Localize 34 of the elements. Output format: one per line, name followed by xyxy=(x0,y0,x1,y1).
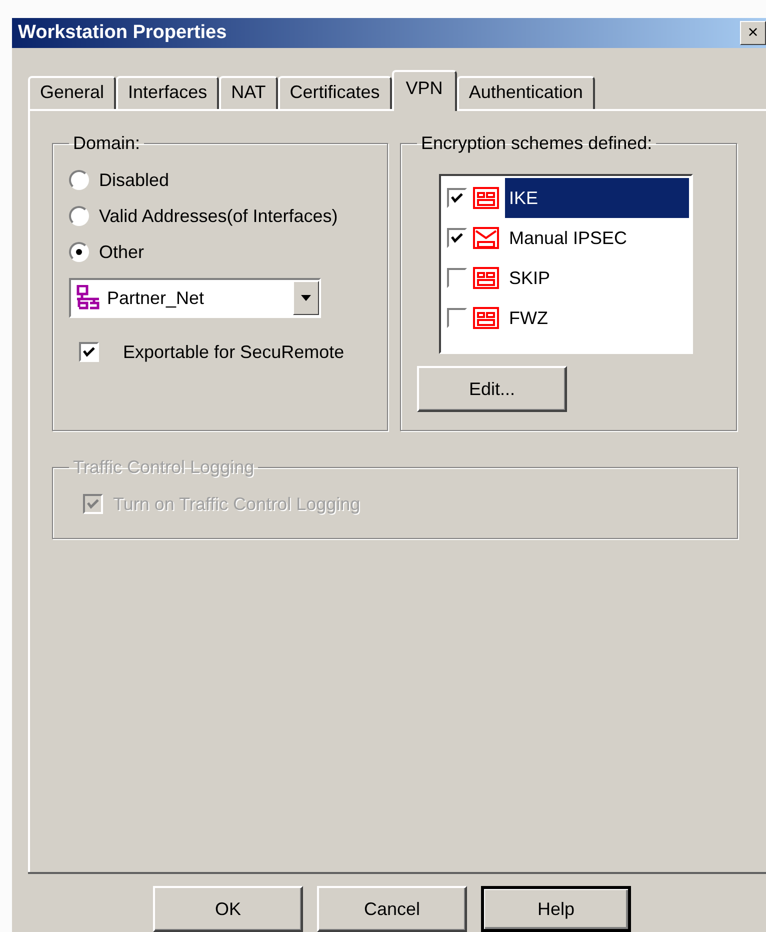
radio-button[interactable] xyxy=(69,170,89,190)
group-title: Traffic Control Logging xyxy=(72,457,256,478)
dialog-button[interactable]: Cancel xyxy=(317,886,467,932)
check-icon xyxy=(451,193,463,204)
tab[interactable]: NAT xyxy=(219,76,278,110)
tab[interactable]: Authentication xyxy=(456,76,595,110)
group-title: Domain: xyxy=(72,133,142,154)
radio-label: Other xyxy=(99,242,144,263)
group-title: Encryption schemes defined: xyxy=(420,133,654,154)
radio-label: Valid Addresses(of Interfaces) xyxy=(99,206,338,227)
check-icon xyxy=(87,499,99,510)
checkbox[interactable] xyxy=(79,342,99,362)
list-item[interactable]: IKE xyxy=(505,178,689,218)
tab[interactable]: Interfaces xyxy=(116,76,220,110)
list-item[interactable]: FWZ xyxy=(505,298,689,338)
list-item[interactable]: Manual IPSEC xyxy=(505,218,689,258)
dialog-button[interactable]: OK xyxy=(153,886,303,932)
dropdown-value: Partner_Net xyxy=(107,288,204,309)
radio-label: Disabled xyxy=(99,170,170,191)
radio-button[interactable] xyxy=(69,206,89,226)
checkbox-label: Exportable for SecuRemote xyxy=(123,342,344,363)
check-icon xyxy=(451,233,463,244)
tab[interactable]: VPN xyxy=(392,70,457,112)
dialog-button[interactable]: Help xyxy=(481,886,631,932)
tab[interactable]: Certificates xyxy=(278,76,392,110)
tab[interactable]: General xyxy=(28,76,116,110)
list-item[interactable]: SKIP xyxy=(505,258,689,298)
window-title: Workstation Properties xyxy=(18,22,227,44)
check-icon xyxy=(83,347,95,358)
radio-button[interactable] xyxy=(69,242,89,262)
domain-dropdown[interactable]: Partner_Net xyxy=(69,278,321,318)
network-icon xyxy=(75,285,101,312)
close-button[interactable]: × xyxy=(740,20,766,45)
edit-button[interactable]: Edit... xyxy=(417,366,567,412)
